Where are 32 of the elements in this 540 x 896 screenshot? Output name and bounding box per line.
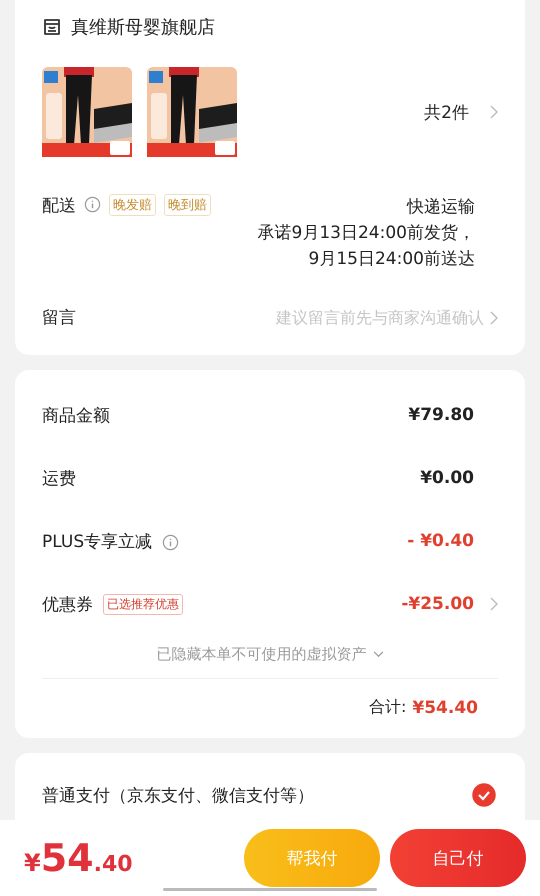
- shop-name[interactable]: 真维斯母婴旗舰店: [71, 15, 215, 39]
- coupon-tag: 已选推荐优惠: [103, 594, 183, 614]
- chevron-icon: [490, 105, 498, 119]
- info-icon[interactable]: [84, 196, 101, 213]
- price-value: ¥0.00: [420, 468, 474, 488]
- delivery-promise: 9月15日24:00前送达: [308, 248, 475, 271]
- shop-icon: [42, 17, 62, 37]
- delivery-label: 配送: [42, 195, 76, 217]
- price-value: ¥79.80: [408, 405, 474, 425]
- message-label: 留言: [42, 307, 76, 329]
- guarantee-tag: 晚发赔: [109, 194, 156, 216]
- pay-button[interactable]: 自己付: [390, 829, 526, 887]
- price-label: 运费: [42, 468, 76, 490]
- price-label: 优惠券: [42, 594, 93, 616]
- total-label: 合计:: [369, 697, 406, 718]
- payable-amount: ¥54.40: [24, 836, 133, 880]
- info-icon[interactable]: [162, 534, 180, 550]
- chevron-icon: [490, 597, 498, 611]
- chevron-icon: [490, 310, 498, 324]
- guarantee-tag: 晚到赔: [164, 194, 211, 216]
- price-label: 商品金额: [42, 404, 110, 426]
- payment-option[interactable]: 普通支付（京东支付、微信支付等）: [42, 784, 314, 806]
- check-icon[interactable]: [472, 783, 496, 807]
- price-value: -¥25.00: [401, 594, 474, 614]
- chevron-down-icon: [372, 651, 384, 658]
- message-field[interactable]: 建议留言前先与商家沟通确认: [184, 308, 484, 327]
- price-label: PLUS专享立减: [42, 530, 152, 552]
- delivery-method[interactable]: 快递运输: [407, 194, 475, 220]
- price-value: - ¥0.40: [407, 531, 474, 551]
- item-count[interactable]: 共2件: [424, 100, 469, 124]
- delivery-promise: 承诺9月13日24:00前发货，: [258, 222, 475, 245]
- total-value: ¥54.40: [412, 698, 478, 718]
